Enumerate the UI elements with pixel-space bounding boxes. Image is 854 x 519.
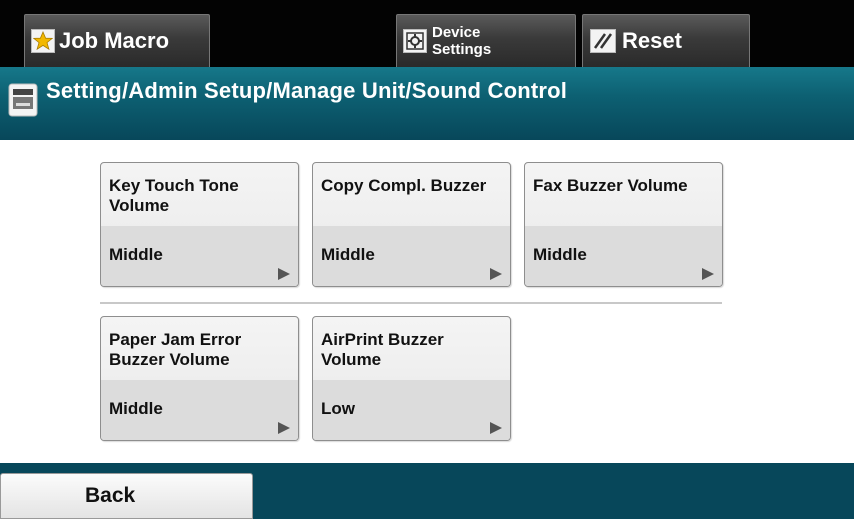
tile-value: Middle: [533, 245, 587, 264]
tile-label: Fax Buzzer Volume: [533, 176, 688, 195]
top-bar: Job Macro Device Settings Reset: [0, 0, 854, 67]
device-settings-button[interactable]: Device Settings: [396, 14, 576, 67]
tile-value: Middle: [109, 399, 163, 418]
tile-label: Paper Jam Error Buzzer Volume: [109, 330, 242, 369]
title-bar: Setting/Admin Setup/Manage Unit/Sound Co…: [0, 67, 854, 140]
device-settings-icon: [403, 29, 427, 53]
reset-label: Reset: [622, 28, 682, 53]
bottom-bar: Back: [0, 463, 854, 519]
key-touch-tone-volume-tile[interactable]: Key Touch Tone Volume Middle: [100, 162, 299, 287]
airprint-buzzer-volume-tile[interactable]: AirPrint Buzzer Volume Low: [312, 316, 511, 441]
copy-compl-buzzer-tile[interactable]: Copy Compl. Buzzer Middle: [312, 162, 511, 287]
tile-value: Middle: [109, 245, 163, 264]
printer-icon: [8, 83, 38, 117]
triangle-right-icon: [278, 268, 290, 280]
tile-value: Middle: [321, 245, 375, 264]
tile-label: AirPrint Buzzer Volume: [321, 330, 444, 369]
job-macro-button[interactable]: Job Macro: [24, 14, 210, 67]
page-title: Setting/Admin Setup/Manage Unit/Sound Co…: [46, 78, 568, 103]
reset-button[interactable]: Reset: [582, 14, 750, 67]
triangle-right-icon: [490, 422, 502, 434]
triangle-right-icon: [702, 268, 714, 280]
device-settings-label-line1: Device: [432, 24, 481, 41]
device-settings-label-line2: Settings: [432, 41, 492, 58]
tile-label: Key Touch Tone Volume: [109, 176, 239, 215]
row-divider: [100, 302, 722, 304]
triangle-right-icon: [490, 268, 502, 280]
job-macro-label: Job Macro: [59, 28, 170, 53]
reset-icon: [590, 29, 616, 53]
triangle-right-icon: [278, 422, 290, 434]
star-icon: [31, 29, 55, 53]
fax-buzzer-volume-tile[interactable]: Fax Buzzer Volume Middle: [524, 162, 723, 287]
tile-value: Low: [321, 399, 355, 418]
back-button[interactable]: Back: [0, 473, 253, 519]
tile-label: Copy Compl. Buzzer: [321, 176, 487, 195]
settings-grid: Key Touch Tone Volume Middle Copy Compl.…: [0, 140, 854, 463]
paper-jam-error-buzzer-volume-tile[interactable]: Paper Jam Error Buzzer Volume Middle: [100, 316, 299, 441]
